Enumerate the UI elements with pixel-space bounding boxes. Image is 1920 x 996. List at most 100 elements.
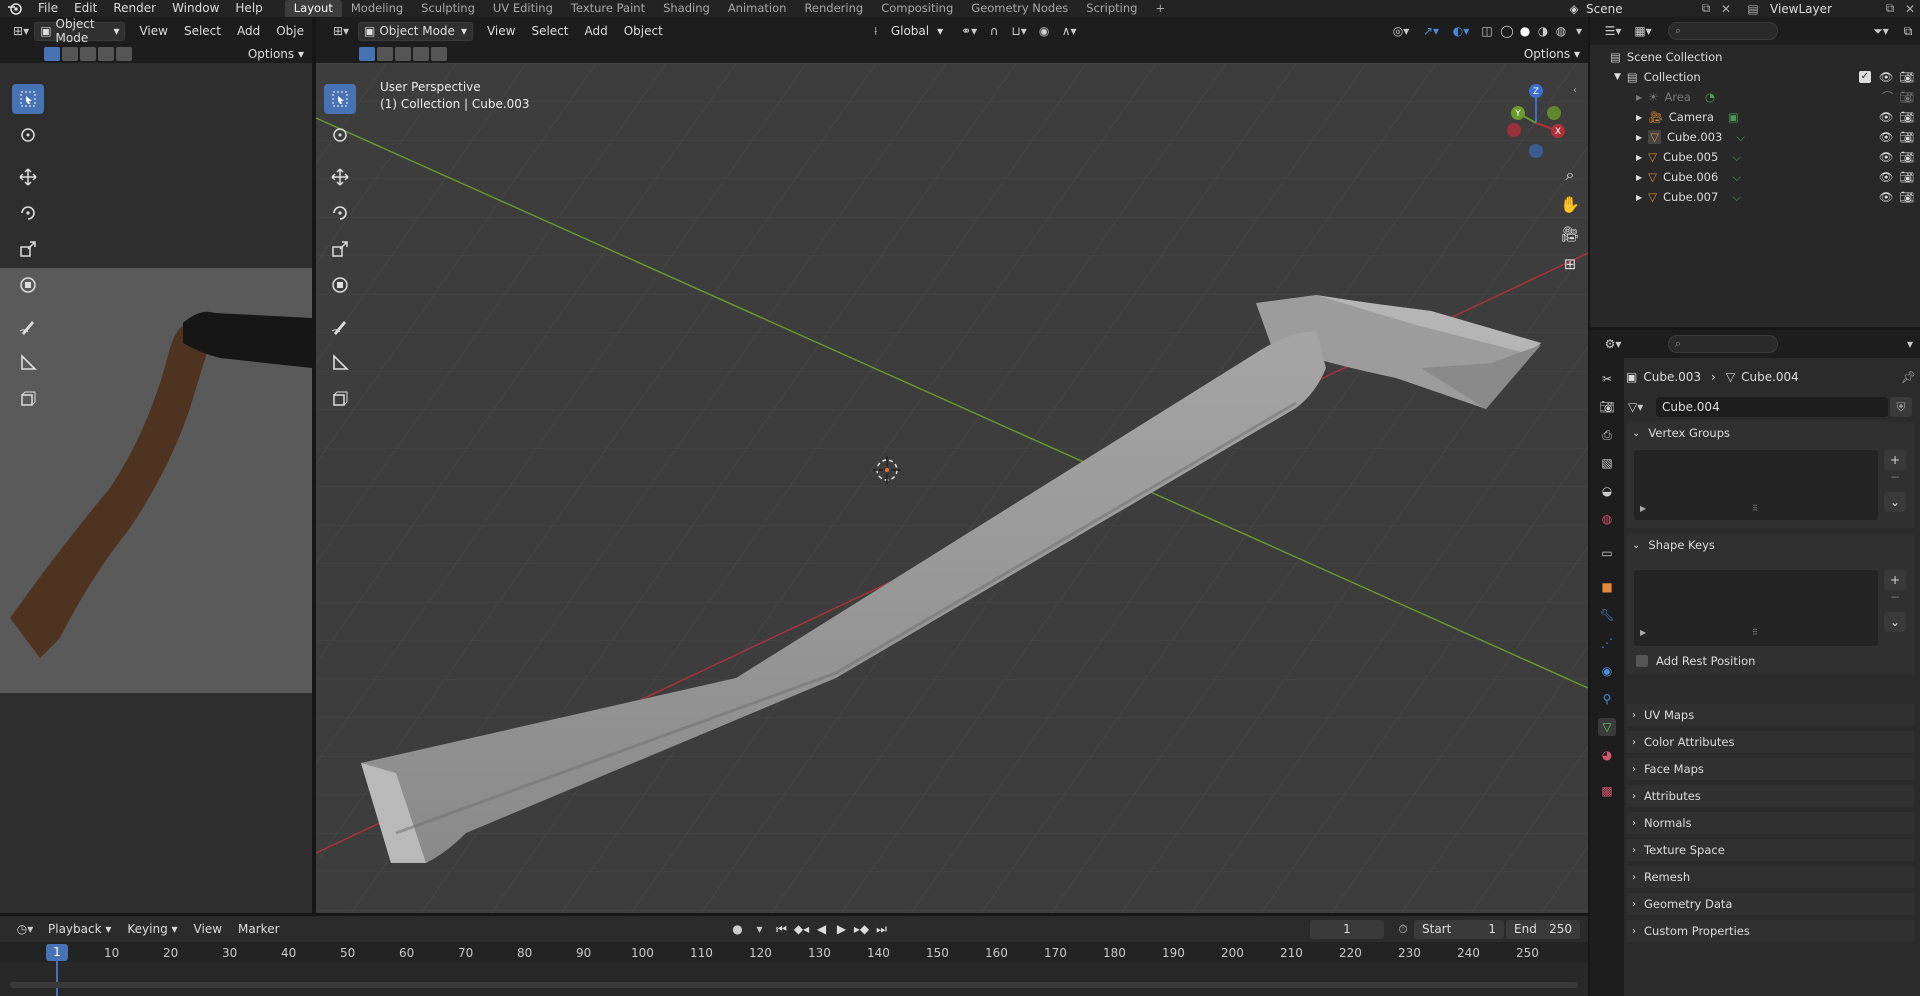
annotate-tool-left[interactable] <box>12 312 44 342</box>
render-tab-icon[interactable]: 📷︎ <box>1598 398 1616 416</box>
add-rest-position-checkbox[interactable] <box>1636 655 1648 667</box>
outliner-item-cube006[interactable]: ▶ ▽ Cube.006 ⌵ 👁︎ 📷︎ <box>1636 167 1914 187</box>
camera-view-icon[interactable]: 🎥︎ <box>1558 225 1582 249</box>
attributes-panel[interactable]: › Attributes <box>1626 785 1914 807</box>
area-separator[interactable] <box>0 913 1588 916</box>
play-reverse-icon[interactable]: ◀ <box>812 922 832 936</box>
cube006-visibility-icon[interactable]: 👁︎ <box>1879 170 1894 184</box>
select-box-tool[interactable] <box>324 84 356 114</box>
cube003-render-icon[interactable]: 📷︎ <box>1899 130 1914 144</box>
material-tab-icon[interactable]: ◕ <box>1598 746 1616 764</box>
shading-options-icon[interactable]: ▾ <box>1570 24 1588 38</box>
add-rest-position-row[interactable]: Add Rest Position <box>1636 654 1755 668</box>
fake-user-icon[interactable]: ⛨ <box>1890 397 1912 417</box>
jump-prev-keyframe-icon[interactable]: ◆◂ <box>792 922 812 936</box>
expand-cube003-icon[interactable]: ▶ <box>1636 133 1642 142</box>
keying-options-icon[interactable]: ▾ <box>748 922 772 936</box>
select-box-tool-left[interactable] <box>12 84 44 114</box>
mesh-browse-icon[interactable]: ▽▾ <box>1628 400 1656 414</box>
color-attributes-panel[interactable]: › Color Attributes <box>1626 731 1914 753</box>
vertex-group-specials-button[interactable]: ⌄ <box>1884 492 1906 512</box>
add-shape-key-button[interactable]: + <box>1884 570 1906 590</box>
main-menu-object[interactable]: Object <box>616 24 671 38</box>
camera-visibility-icon[interactable]: 👁︎ <box>1879 110 1894 124</box>
rotate-tool-left[interactable] <box>12 198 44 228</box>
collection-render-icon[interactable]: 📷︎ <box>1899 70 1914 84</box>
tab-compositing[interactable]: Compositing <box>872 0 962 17</box>
snap-icon[interactable]: ∩ <box>984 24 1004 38</box>
outliner-item-cube003[interactable]: ▶ ▽ Cube.003 ⌵ 👁︎ 📷︎ <box>1636 127 1914 147</box>
cursor-tool[interactable] <box>324 120 356 150</box>
expand-area-icon[interactable]: ▶ <box>1636 93 1642 102</box>
list-expand-icon[interactable]: ▶ <box>1640 628 1646 637</box>
cube007-render-icon[interactable]: 📷︎ <box>1899 190 1914 204</box>
cursor-tool-left[interactable] <box>12 120 44 150</box>
tab-scripting[interactable]: Scripting <box>1077 0 1146 17</box>
left-viewport[interactable] <box>0 63 312 913</box>
pin-icon[interactable]: 📌︎ <box>1901 370 1916 384</box>
delete-view-layer-icon[interactable]: ✕ <box>1900 2 1920 16</box>
view-layer-tab-icon[interactable]: ▧ <box>1598 454 1616 472</box>
rotate-tool[interactable] <box>324 198 356 228</box>
current-frame-field[interactable]: 1 <box>1310 919 1384 939</box>
cube005-render-icon[interactable]: 📷︎ <box>1899 150 1914 164</box>
scene-icon[interactable]: ◈ <box>1562 2 1586 16</box>
playback-menu[interactable]: Playback ▾ <box>40 922 119 936</box>
display-mode-icon[interactable]: ▦▾ <box>1628 24 1658 38</box>
menu-window[interactable]: Window <box>164 0 227 17</box>
cube006-render-icon[interactable]: 📷︎ <box>1899 170 1914 184</box>
main-select-mode-icons[interactable] <box>359 47 447 61</box>
auto-keying-icon[interactable]: ● <box>728 922 748 936</box>
keying-menu[interactable]: Keying ▾ <box>119 922 185 936</box>
breadcrumb-object[interactable]: Cube.003 <box>1643 370 1701 384</box>
tab-modeling[interactable]: Modeling <box>342 0 412 17</box>
main-viewport[interactable]: User Perspective (1) Collection | Cube.0… <box>316 63 1588 913</box>
delete-scene-icon[interactable]: ✕ <box>1716 2 1736 16</box>
left-menu-add[interactable]: Add <box>229 24 268 38</box>
vertex-groups-panel-header[interactable]: ⌄ Vertex Groups <box>1626 422 1914 444</box>
left-menu-object[interactable]: Obje <box>268 24 312 38</box>
scale-tool-left[interactable] <box>12 234 44 264</box>
uv-maps-panel[interactable]: › UV Maps <box>1626 704 1914 726</box>
tab-animation[interactable]: Animation <box>719 0 796 17</box>
custom-properties-panel[interactable]: › Custom Properties <box>1626 920 1914 942</box>
main-menu-view[interactable]: View <box>479 24 523 38</box>
main-menu-select[interactable]: Select <box>523 24 576 38</box>
area-render-icon[interactable]: 📷︎ <box>1899 90 1914 104</box>
mesh-name-field[interactable]: Cube.004 <box>1656 397 1888 417</box>
transform-tool[interactable] <box>324 270 356 300</box>
shape-key-specials-button[interactable]: ⌄ <box>1884 612 1906 632</box>
collection-tab-icon[interactable]: ▭ <box>1598 544 1616 562</box>
add-vertex-group-button[interactable]: + <box>1884 450 1906 470</box>
xray-toggle-icon[interactable]: ◫ <box>1476 24 1498 38</box>
frame-start-field[interactable]: Start 1 <box>1414 919 1504 939</box>
remove-vertex-group-button[interactable]: − <box>1884 470 1906 486</box>
mesh-data-tab-icon[interactable]: ▽ <box>1598 718 1616 736</box>
area-separator[interactable] <box>312 17 316 914</box>
main-options-button[interactable]: Options ▾ <box>1516 47 1588 61</box>
physics-tab-icon[interactable]: ◉ <box>1598 662 1616 680</box>
object-tab-icon[interactable]: ■ <box>1598 578 1616 596</box>
texture-space-panel[interactable]: › Texture Space <box>1626 839 1914 861</box>
preview-range-icon[interactable]: ⏱ <box>1392 922 1414 937</box>
timeline-scrollbar[interactable] <box>10 982 1578 988</box>
pan-hand-icon[interactable]: ✋ <box>1558 195 1582 219</box>
cube005-visibility-icon[interactable]: 👁︎ <box>1879 150 1894 164</box>
tab-rendering[interactable]: Rendering <box>795 0 872 17</box>
transform-tool-left[interactable] <box>12 270 44 300</box>
properties-editor-icon[interactable]: ⚙▾ <box>1598 337 1628 351</box>
tab-geometry-nodes[interactable]: Geometry Nodes <box>962 0 1077 17</box>
tab-texture-paint[interactable]: Texture Paint <box>562 0 654 17</box>
particles-tab-icon[interactable]: ⋰ <box>1598 634 1616 652</box>
texture-tab-icon[interactable]: ▩ <box>1598 782 1616 800</box>
properties-search-input[interactable]: ⌕ <box>1668 335 1778 353</box>
menu-file[interactable]: File <box>30 0 66 17</box>
outliner-search-input[interactable]: ⌕ <box>1668 22 1778 40</box>
expand-camera-icon[interactable]: ▶ <box>1636 113 1642 122</box>
cube003-visibility-icon[interactable]: 👁︎ <box>1879 130 1894 144</box>
main-mode-dropdown[interactable]: ▣ Object Mode ▾ <box>358 21 473 41</box>
move-tool[interactable] <box>324 162 356 192</box>
outliner-item-cube005[interactable]: ▶ ▽ Cube.005 ⌵ 👁︎ 📷︎ <box>1636 147 1914 167</box>
measure-tool-left[interactable] <box>12 348 44 378</box>
add-cube-tool-left[interactable] <box>12 384 44 414</box>
